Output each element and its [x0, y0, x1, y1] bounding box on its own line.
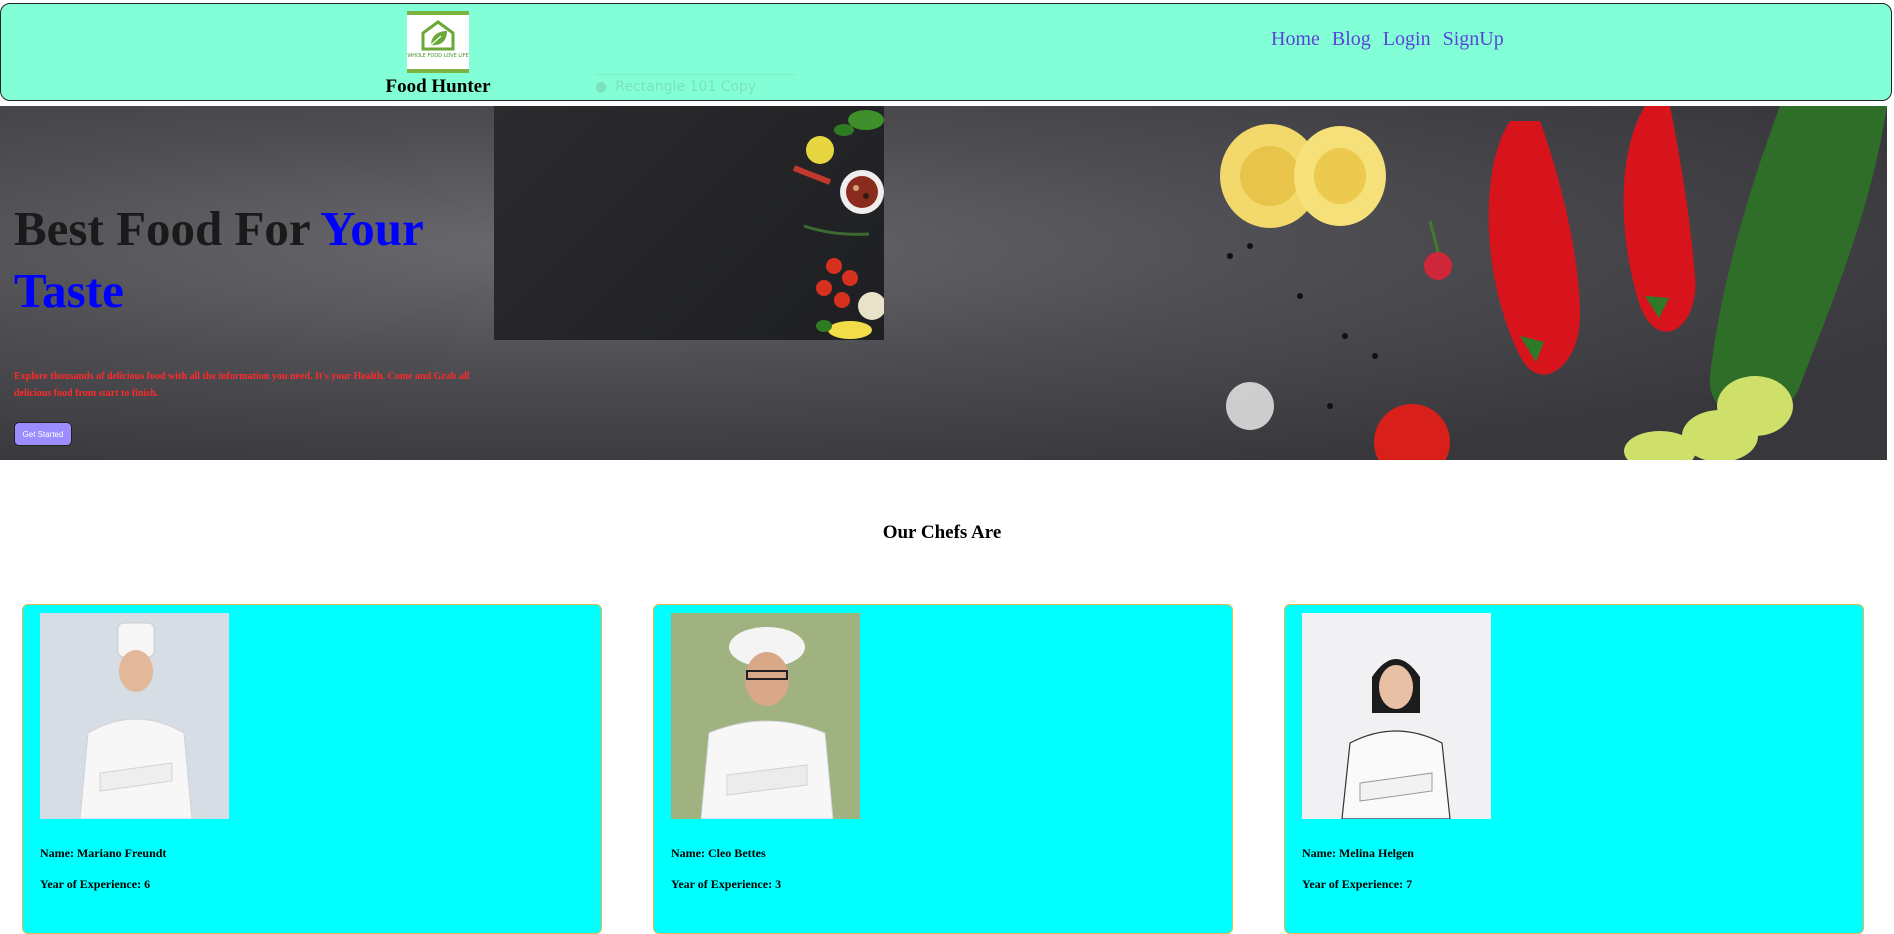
hero-banner: Best Food For Your Taste Explore thousan…: [0, 106, 1887, 460]
chef-card: Name: Melina Helgen Year of Experience: …: [1284, 604, 1864, 934]
search-icon: ●: [595, 79, 608, 95]
chef-name: Name: Cleo Bettes: [671, 846, 766, 860]
chef-cards: Name: Mariano Freundt Year of Experience…: [22, 604, 1864, 934]
nav-blog[interactable]: Blog: [1332, 28, 1371, 51]
chef-name: Name: Melina Helgen: [1302, 846, 1414, 860]
vegetables-image: [1220, 106, 1887, 460]
chef-photo: [1302, 613, 1491, 819]
site-header: WHOLE FOOD LOVE LIFE Food Hunter ● Recta…: [0, 3, 1892, 101]
chef-name: Name: Mariano Freundt: [40, 846, 167, 860]
hero-board-image: [494, 106, 884, 340]
chef-experience: Year of Experience: 6: [40, 877, 151, 891]
brand-block[interactable]: WHOLE FOOD LOVE LIFE Food Hunter: [383, 11, 493, 98]
get-started-button[interactable]: Get Started: [14, 422, 72, 446]
ghost-search-label: Rectangle 101 Copy: [615, 79, 757, 95]
hero-title-main: Best Food For: [14, 201, 321, 256]
logo[interactable]: WHOLE FOOD LOVE LIFE: [407, 11, 469, 73]
nav-home[interactable]: Home: [1271, 28, 1320, 51]
brand-name: Food Hunter: [385, 76, 491, 97]
hero-title: Best Food For Your Taste: [14, 198, 484, 322]
hero-description: Explore thousands of delicious food with…: [14, 371, 470, 399]
ghost-search-artifact: ● Rectangle 101 Copy: [595, 74, 795, 100]
chefs-section-title: Our Chefs Are: [882, 522, 1002, 543]
chef-photo: [671, 613, 860, 819]
main-nav: Home Blog Login SignUp: [1271, 28, 1504, 51]
nav-signup[interactable]: SignUp: [1443, 28, 1504, 51]
house-leaf-icon: [421, 20, 455, 51]
chef-card: Name: Cleo Bettes Year of Experience: 3: [653, 604, 1233, 934]
chef-experience: Year of Experience: 3: [671, 877, 782, 891]
logo-caption: WHOLE FOOD LOVE LIFE: [407, 53, 469, 59]
chef-photo: [40, 613, 229, 819]
nav-login[interactable]: Login: [1383, 28, 1431, 51]
chef-experience: Year of Experience: 7: [1302, 877, 1413, 891]
chef-card: Name: Mariano Freundt Year of Experience…: [22, 604, 602, 934]
